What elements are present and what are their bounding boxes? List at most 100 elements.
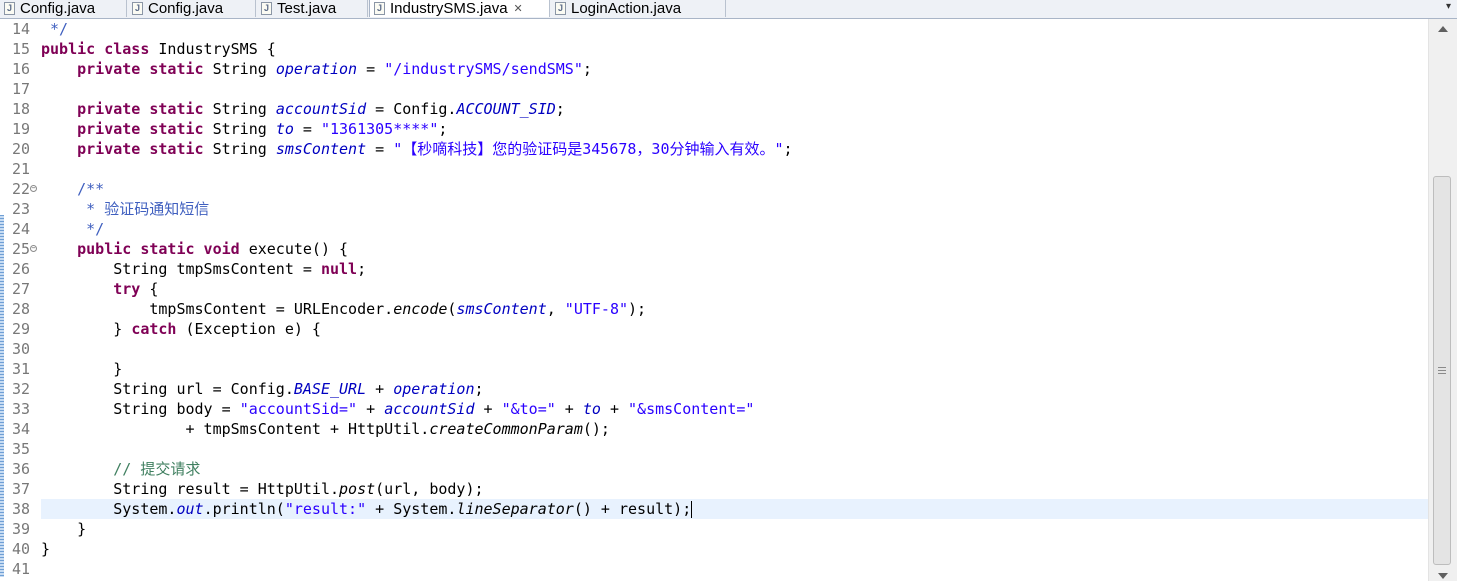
code-line[interactable]: 37 String result = HttpUtil.post(url, bo… [0,479,1428,499]
code-text[interactable]: String url = Config.BASE_URL + operation… [41,379,1428,399]
code-token: ACCOUNT_SID [456,100,556,118]
code-text[interactable]: /** [41,179,1428,199]
code-line[interactable]: 35 [0,439,1428,459]
line-number: 41 [11,560,30,578]
code-editor[interactable]: 14 */15 public class IndustrySMS {16 priv… [0,19,1428,581]
code-line[interactable]: 38 System.out.println("result:" + System… [0,499,1428,519]
line-number: 25 [11,240,30,258]
code-token: (Exception e) { [176,320,321,338]
code-line[interactable]: 39 } [0,519,1428,539]
code-line[interactable]: 34 + tmpSmsContent + HttpUtil.createComm… [0,419,1428,439]
code-line[interactable]: 36 // 提交请求 [0,459,1428,479]
code-text[interactable]: } [41,519,1428,539]
code-text[interactable]: public class IndustrySMS { [41,39,1428,59]
code-line[interactable]: 19 private static String to = "1361305**… [0,119,1428,139]
code-token: = Config. [366,100,457,118]
close-tab-icon[interactable]: ✕ [514,2,523,15]
code-text[interactable] [41,559,1428,579]
code-token: operation [393,380,475,398]
code-text[interactable]: public static void execute() { [41,239,1428,259]
code-text[interactable]: tmpSmsContent = URLEncoder.encode(smsCon… [41,299,1428,319]
code-text[interactable]: try { [41,279,1428,299]
code-line[interactable]: 22− /** [0,179,1428,199]
code-text[interactable] [41,339,1428,359]
code-text[interactable]: } [41,359,1428,379]
code-text[interactable]: } catch (Exception e) { [41,319,1428,339]
code-token: String url = Config. [41,380,294,398]
code-text[interactable]: private static String to = "1361305****"… [41,119,1428,139]
code-token: createCommonParam [429,420,583,438]
code-line[interactable]: 25− public static void execute() { [0,239,1428,259]
tab-test-java[interactable]: J Test.java [257,0,368,17]
code-text[interactable]: private static String operation = "/indu… [41,59,1428,79]
code-text[interactable]: + tmpSmsContent + HttpUtil.createCommonP… [41,419,1428,439]
code-text[interactable]: * 验证码通知短信 [41,199,1428,219]
code-text[interactable] [41,79,1428,99]
code-text[interactable]: System.out.println("result:" + System.li… [41,499,1428,519]
tab-industrysms-java[interactable]: J IndustrySMS.java ✕ [369,0,550,17]
scroll-down-arrow-icon[interactable] [1438,573,1448,579]
code-token: operation [275,60,358,78]
code-line[interactable]: 26 String tmpSmsContent = null; [0,259,1428,279]
tab-config-java[interactable]: J Config.java [0,0,127,17]
fold-collapse-icon[interactable]: − [30,185,37,192]
line-number: 32 [11,380,30,398]
code-token: execute() { [239,240,349,258]
code-line[interactable]: 20 private static String smsContent = "【… [0,139,1428,159]
code-text[interactable]: private static String smsContent = "【秒嘀科… [41,139,1428,159]
code-line[interactable]: 32 String url = Config.BASE_URL + operat… [0,379,1428,399]
java-file-icon: J [555,2,566,15]
scroll-up-arrow-icon[interactable] [1438,26,1448,32]
code-line[interactable]: 27 try { [0,279,1428,299]
code-text[interactable]: String result = HttpUtil.post(url, body)… [41,479,1428,499]
vertical-scrollbar[interactable] [1428,19,1457,581]
code-token: accountSid [384,400,475,418]
code-token: (url, body); [375,480,484,498]
code-line[interactable]: 17 [0,79,1428,99]
code-text[interactable] [41,439,1428,459]
code-line[interactable]: 15 public class IndustrySMS { [0,39,1428,59]
code-token: + tmpSmsContent + HttpUtil. [41,420,430,438]
scrollbar-thumb[interactable] [1433,176,1451,565]
code-token: ; [582,60,592,78]
fold-collapse-icon[interactable]: − [30,245,37,252]
code-line[interactable]: 28 tmpSmsContent = URLEncoder.encode(sms… [0,299,1428,319]
line-number: 30 [11,340,30,358]
code-text[interactable]: String body = "accountSid=" + accountSid… [41,399,1428,419]
code-line[interactable]: 23 * 验证码通知短信 [0,199,1428,219]
line-number: 26 [11,260,30,278]
code-line[interactable]: 33 String body = "accountSid=" + account… [0,399,1428,419]
code-token: "/industrySMS/sendSMS" [384,60,583,78]
code-token: ; [474,380,484,398]
code-text[interactable]: private static String accountSid = Confi… [41,99,1428,119]
code-token: ); [628,300,647,318]
code-token: "1361305****" [320,120,439,138]
code-token: public static void [77,240,240,258]
code-text[interactable]: // 提交请求 [41,459,1428,479]
tab-config-java[interactable]: J Config.java [128,0,256,17]
code-token: public class [41,40,150,58]
code-line[interactable]: 29 } catch (Exception e) { [0,319,1428,339]
tab-loginaction-java[interactable]: J LoginAction.java [551,0,726,17]
code-text[interactable]: } [41,539,1428,559]
code-token: tmpSmsContent = URLEncoder. [41,300,394,318]
tab-overflow-chevron-icon[interactable]: ▾ [1446,1,1451,12]
code-line[interactable]: 31 } [0,359,1428,379]
code-line[interactable]: 14 */ [0,19,1428,39]
code-token: /** [41,180,105,198]
code-text[interactable]: */ [41,219,1428,239]
code-line[interactable]: 40} [0,539,1428,559]
code-text[interactable]: String tmpSmsContent = null; [41,259,1428,279]
code-line[interactable]: 41 [0,559,1428,579]
code-line[interactable]: 16 private static String operation = "/i… [0,59,1428,79]
code-text[interactable]: */ [41,19,1428,39]
code-line[interactable]: 30 [0,339,1428,359]
code-line[interactable]: 24 */ [0,219,1428,239]
code-line[interactable]: 21 [0,159,1428,179]
code-line[interactable]: 18 private static String accountSid = Co… [0,99,1428,119]
line-number: 14 [11,20,30,38]
code-token: private static [77,140,204,158]
code-text[interactable] [41,159,1428,179]
